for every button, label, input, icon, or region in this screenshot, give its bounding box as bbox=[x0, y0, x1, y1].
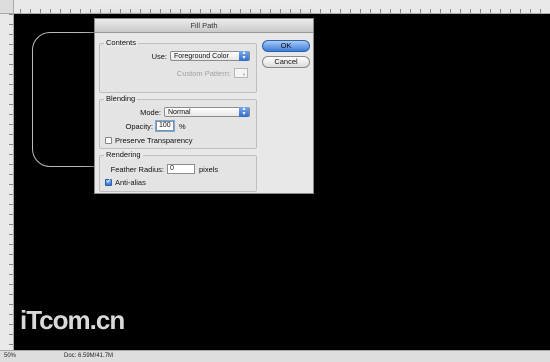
anti-alias-label: Anti-alias bbox=[115, 178, 146, 187]
site-watermark: iTcom.cn bbox=[20, 305, 125, 335]
feather-radius-input[interactable]: 0 bbox=[167, 164, 195, 174]
contents-group-title: Contents bbox=[104, 38, 139, 47]
opacity-unit: % bbox=[179, 122, 186, 131]
contents-group: Contents Use: Foreground Color ▲ ▼ Custom… bbox=[99, 38, 257, 93]
anti-alias-checkbox[interactable] bbox=[105, 177, 112, 186]
updown-arrow-icon: ▲ ▼ bbox=[239, 107, 249, 117]
blending-group: Blending Mode: Normal ▲ ▼ Opacity: 100 % … bbox=[99, 94, 257, 149]
custom-pattern-label: Custom Pattern: bbox=[176, 69, 231, 78]
cancel-button[interactable]: Cancel bbox=[262, 56, 310, 68]
ok-button[interactable]: OK bbox=[262, 40, 310, 52]
opacity-label: Opacity: bbox=[125, 122, 153, 131]
status-bar: 50% Doc: 6.59M/41.7M bbox=[0, 350, 550, 362]
fill-path-dialog: Fill Path Contents Use: Foreground Color… bbox=[94, 18, 314, 194]
horizontal-ruler[interactable] bbox=[0, 0, 550, 14]
use-select-value: Foreground Color bbox=[174, 53, 229, 60]
rendering-group: Rendering Feather Radius: 0 pixels Anti-… bbox=[99, 150, 257, 192]
dialog-title: Fill Path bbox=[95, 19, 313, 33]
mode-select[interactable]: Normal ▲ ▼ bbox=[164, 107, 250, 117]
vertical-ruler[interactable] bbox=[0, 14, 14, 350]
chevron-down-icon: ▼ bbox=[242, 72, 246, 77]
updown-arrow-icon: ▲ ▼ bbox=[239, 51, 249, 61]
custom-pattern-swatch[interactable]: ▼ bbox=[234, 68, 248, 78]
feather-radius-label: Feather Radius: bbox=[110, 165, 164, 174]
blending-group-title: Blending bbox=[104, 94, 138, 103]
mode-label: Mode: bbox=[140, 108, 161, 117]
opacity-input[interactable]: 100 bbox=[155, 120, 175, 132]
preserve-transparency-checkbox[interactable] bbox=[105, 137, 112, 144]
preserve-transparency-label: Preserve Transparency bbox=[115, 136, 193, 145]
feather-radius-unit: pixels bbox=[199, 165, 219, 174]
zoom-level[interactable]: 50% bbox=[4, 351, 16, 362]
document-size: Doc: 6.59M/41.7M bbox=[64, 353, 114, 359]
ruler-origin[interactable] bbox=[0, 0, 14, 14]
rendering-group-title: Rendering bbox=[104, 150, 143, 159]
mode-select-value: Normal bbox=[168, 109, 191, 116]
use-label: Use: bbox=[151, 52, 167, 61]
use-select[interactable]: Foreground Color ▲ ▼ bbox=[170, 51, 250, 61]
